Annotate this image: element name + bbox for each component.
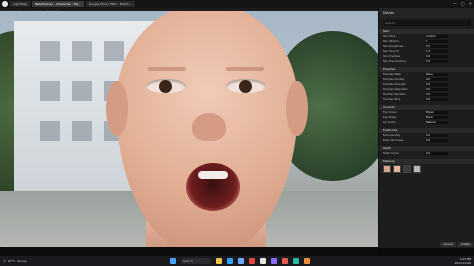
left-brow: [148, 67, 186, 71]
app-purple-icon[interactable]: [271, 258, 277, 264]
taskbar-search[interactable]: Search: [181, 258, 211, 264]
panel-title: Details: [379, 8, 474, 18]
details-section: Eyebrows Brow Density 0.0 Brow Thickness 0.0: [379, 128, 474, 143]
property-label: Freckles Strength: [383, 83, 406, 86]
taskbar-apps: Search: [170, 258, 310, 264]
property-label: Freckles Saturation: [383, 88, 408, 91]
windows-taskbar: ☀ 21°C Sunny Search 4:23 PM 2023-10-06: [0, 256, 474, 266]
property-value-field[interactable]: 0.0: [425, 87, 448, 92]
maximize-icon[interactable]: ▢: [461, 1, 465, 6]
property-value-field[interactable]: None: [425, 115, 448, 120]
details-section: Accents Eye Colour Brown Eye Shape None Lip C…: [379, 105, 474, 125]
chrome-icon[interactable]: [249, 258, 255, 264]
property-value-field[interactable]: 0.0: [425, 133, 448, 138]
open-mouth: [186, 163, 240, 211]
tab-lightmap[interactable]: LightMap: [10, 1, 30, 7]
property-value-field[interactable]: 1.0: [425, 49, 448, 54]
property-row: Freckles Tone 0.0: [379, 97, 474, 102]
app-red-icon[interactable]: [282, 258, 288, 264]
window-controls: — ▢ ✕: [453, 1, 472, 6]
details-section: Teeth Teeth Colour 0.0: [379, 146, 474, 156]
details-section: Skin Skin Tone Custom Skin Texture 1 Skin Rou…: [379, 29, 474, 64]
details-panel: Details Search Skin Skin Tone Custom Skin T…: [378, 8, 474, 248]
property-label: Brow Thickness: [383, 139, 404, 142]
color-swatch[interactable]: [413, 165, 421, 173]
property-label: Brow Density: [383, 134, 401, 137]
weather-icon: ☀: [3, 259, 6, 263]
right-ear: [286, 81, 308, 136]
viewport-bottom-bar: [0, 247, 378, 256]
unreal-engine-icon[interactable]: [260, 258, 266, 264]
property-value-field[interactable]: None: [425, 72, 448, 77]
windows-logo-icon[interactable]: [170, 258, 176, 264]
close-icon[interactable]: ✕: [469, 1, 472, 6]
property-label: Eye Colour: [383, 111, 398, 114]
metahuman-head[interactable]: [106, 11, 308, 247]
property-value-field[interactable]: 0.0: [425, 97, 448, 102]
color-swatch[interactable]: [383, 165, 391, 173]
property-value-field[interactable]: 0.0: [425, 151, 448, 156]
details-search-input[interactable]: Search: [383, 20, 471, 26]
left-ear: [106, 81, 128, 136]
store-icon[interactable]: [238, 258, 244, 264]
color-swatch[interactable]: [403, 165, 411, 173]
property-label: Skin Tone UI: [383, 50, 399, 53]
property-label: Skin Translucency: [383, 60, 407, 63]
edge-browser-icon[interactable]: [227, 258, 233, 264]
color-swatch[interactable]: [393, 165, 401, 173]
property-value-field[interactable]: 0.0: [425, 92, 448, 97]
property-value-field[interactable]: 0.5: [425, 44, 448, 49]
right-eye: [226, 79, 266, 93]
property-row: Brow Thickness 0.0: [379, 138, 474, 143]
weather-desc: Sunny: [17, 259, 27, 263]
3d-viewport[interactable]: ⊥: [0, 11, 378, 247]
panel-footer: Cancel Create: [379, 240, 474, 248]
right-brow: [226, 67, 264, 71]
property-label: Freckles Mask: [383, 73, 402, 76]
property-value-field[interactable]: 1: [425, 39, 448, 44]
tab-google-photo[interactable]: Google Photo FIBO - Metah...: [85, 1, 135, 7]
property-row: Lip Colour Natural: [379, 120, 474, 125]
file-explorer-icon[interactable]: [216, 258, 222, 264]
create-button[interactable]: Create: [457, 241, 473, 247]
title-bar: LightMap MetaHuman - Character - My... G…: [0, 0, 474, 8]
property-row: Teeth Colour 0.0: [379, 151, 474, 156]
weather-temp: 21°C: [7, 259, 16, 263]
left-eye: [146, 79, 186, 93]
system-tray[interactable]: 4:23 PM 2023-10-06: [455, 257, 471, 265]
property-label: Skin Freckles: [383, 55, 400, 58]
unreal-logo-icon[interactable]: [2, 1, 8, 7]
property-label: Lip Colour: [383, 121, 397, 124]
property-label: Skin Roughness: [383, 45, 404, 48]
property-label: Eye Shape: [383, 116, 397, 119]
details-section: Freckles Freckles Mask None Freckles Densit…: [379, 67, 474, 102]
cancel-button[interactable]: Cancel: [440, 241, 456, 247]
property-value-field[interactable]: 0.5: [425, 59, 448, 64]
clock-date: 2023-10-06: [454, 261, 471, 265]
tab-metahuman[interactable]: MetaHuman - Character - My...: [31, 1, 84, 7]
property-value-field[interactable]: 0.0: [425, 138, 448, 143]
property-value-field[interactable]: 0.0: [425, 82, 448, 87]
property-label: Skin Texture: [383, 40, 399, 43]
property-label: Freckles Density: [383, 78, 405, 81]
property-label: Skin Tone: [383, 35, 396, 38]
nose: [192, 113, 226, 141]
minimize-icon[interactable]: —: [453, 1, 457, 6]
app-teal-icon[interactable]: [293, 258, 299, 264]
property-value-field[interactable]: 0.0: [425, 54, 448, 59]
property-value-field[interactable]: Natural: [425, 120, 448, 125]
property-label: Freckles Tone: [383, 98, 401, 101]
color-swatches: [379, 164, 474, 174]
app-orange-icon[interactable]: [304, 258, 310, 264]
weather-widget[interactable]: ☀ 21°C Sunny: [3, 259, 27, 263]
property-label: Freckles Variation: [383, 93, 406, 96]
property-value-field[interactable]: Brown: [425, 110, 448, 115]
property-label: Teeth Colour: [383, 152, 400, 155]
property-row: Skin Translucency 0.5: [379, 59, 474, 64]
property-value-field[interactable]: Custom: [425, 34, 448, 39]
property-value-field[interactable]: 0.0: [425, 77, 448, 82]
